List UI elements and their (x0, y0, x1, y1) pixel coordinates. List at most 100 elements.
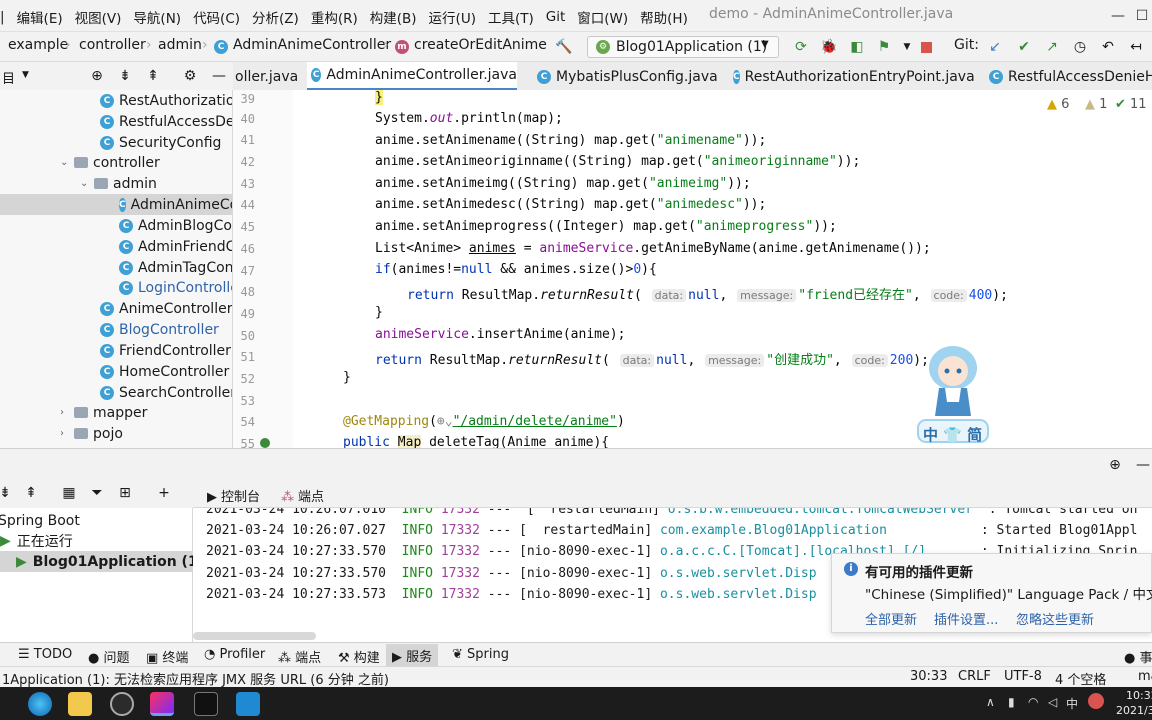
tab-endpoints[interactable]: ⁂ 端点 (281, 486, 324, 505)
expand-all-icon[interactable]: ⇟ (0, 484, 14, 502)
vscode-icon[interactable] (236, 692, 260, 716)
menu-refactor[interactable]: 重构(R) (305, 7, 364, 27)
tab-controller-java[interactable]: oller.java (233, 62, 303, 90)
profile-icon[interactable]: ⚑ (875, 38, 893, 56)
caret-position[interactable]: 30:33 (910, 669, 947, 684)
menu-help[interactable]: 帮助(H) (634, 7, 694, 27)
add-icon[interactable]: + (155, 484, 173, 502)
clock-time[interactable]: 10:32 (1126, 689, 1152, 702)
menu-edit[interactable]: 编辑(E) (11, 7, 69, 27)
ignore-updates-link[interactable]: 忽略这些更新 (1016, 609, 1094, 628)
group-icon[interactable]: ▦ (60, 484, 78, 502)
tab-admin-anime-controller[interactable]: C AdminAnimeController.java (307, 62, 517, 90)
indent-setting[interactable]: 4 个空格 (1055, 669, 1106, 688)
tree-item[interactable]: C AdminTagCont (119, 257, 232, 278)
tree-item[interactable]: C AnimeController (100, 298, 232, 319)
tree-folder[interactable]: › mapper (60, 402, 147, 423)
menu-window[interactable]: 窗口(W) (571, 7, 634, 27)
terminal-icon[interactable] (194, 692, 218, 716)
event-log-button[interactable]: ● 事件 (1124, 647, 1152, 666)
tree-item[interactable]: C FriendController (100, 340, 231, 361)
coverage-icon[interactable]: ◧ (848, 38, 866, 56)
volume-icon[interactable]: ◁ (1048, 695, 1057, 709)
tab-console[interactable]: ▶ 控制台 (207, 486, 260, 505)
tree-folder[interactable]: › pojo (60, 423, 123, 444)
run-config-selector[interactable]: ⚙ Blog01Application (1) ▼ (587, 36, 779, 58)
expand-all-icon[interactable]: ⇟ (116, 67, 134, 85)
new-tab-icon[interactable]: ⊞ (116, 484, 134, 502)
clock-date[interactable]: 2021/3/ (1116, 704, 1152, 717)
tree-item[interactable]: C LoginControlle (119, 277, 232, 298)
plugin-settings-link[interactable]: 插件设置... (934, 609, 998, 628)
app-icon[interactable] (110, 692, 134, 716)
update-all-link[interactable]: 全部更新 (865, 609, 917, 628)
collapse-all-icon[interactable]: ⇞ (22, 484, 40, 502)
rerun-icon[interactable]: ⟳ (792, 38, 810, 56)
tree-folder[interactable]: ⌄ admin (80, 173, 157, 194)
profiler-button[interactable]: ◔ Profiler (204, 647, 265, 662)
services-app-item[interactable]: ▶ Blog01Application (1) (0, 551, 204, 572)
menu-git[interactable]: Git (540, 9, 572, 25)
chevron-down-icon[interactable]: ▼ (898, 38, 916, 56)
filter-icon[interactable]: ⏷ (88, 484, 106, 502)
run-gutter-icon[interactable] (260, 438, 270, 448)
menu-analyze[interactable]: 分析(Z) (246, 7, 305, 27)
undo-icon[interactable]: ↤ (1127, 38, 1145, 56)
rollback-icon[interactable]: ↶ (1099, 38, 1117, 56)
menu-navigate[interactable]: 导航(N) (127, 7, 187, 27)
menu-view[interactable]: 视图(V) (69, 7, 128, 27)
code-editor[interactable]: 39 40 41 42 43 44 45 46 47 48 49 50 51 5… (233, 90, 1152, 448)
menu-file-partial[interactable]: | (0, 9, 11, 25)
menu-run[interactable]: 运行(U) (423, 7, 482, 27)
stop-icon[interactable] (917, 38, 935, 56)
menu-code[interactable]: 代码(C) (187, 7, 246, 27)
line-separator[interactable]: CRLF (958, 669, 991, 684)
services-root[interactable]: Spring Boot (0, 510, 80, 531)
ime-indicator[interactable]: 中 (1066, 695, 1078, 712)
tree-item[interactable]: C SecurityConfig (100, 132, 221, 153)
tree-folder[interactable]: ⌄ controller (60, 152, 160, 173)
tree-item[interactable]: C BlogController (100, 319, 219, 340)
breadcrumb-controller[interactable]: controller (79, 37, 146, 53)
mascot-badge[interactable]: 中 👕 简 (923, 424, 982, 445)
tree-item-selected[interactable]: C AdminAnimeCo (0, 194, 232, 215)
history-icon[interactable]: ◷ (1071, 38, 1089, 56)
file-encoding[interactable]: UTF-8 (1004, 669, 1042, 684)
warning-icon[interactable]: ▲ 6 (1047, 97, 1069, 112)
check-icon[interactable]: ✔ 11 (1115, 97, 1147, 112)
terminal-button[interactable]: ▣ 终端 (146, 647, 188, 666)
edge-icon[interactable] (28, 692, 52, 716)
git-branch[interactable]: ma (1138, 669, 1152, 684)
hide-icon[interactable]: — (210, 67, 228, 85)
maximize-button[interactable]: ☐ (1132, 0, 1152, 31)
git-push-icon[interactable]: ↗ (1043, 38, 1061, 56)
build-button[interactable]: ⚒ 构建 (338, 647, 380, 666)
breadcrumb-method[interactable]: m createOrEditAnime (395, 37, 547, 54)
tab-mybatis-plus-config[interactable]: C MybatisPlusConfig.java (533, 62, 718, 90)
tree-item[interactable]: C HomeController (100, 361, 229, 382)
gear-icon[interactable]: ⊕ (1106, 456, 1124, 474)
chevron-down-icon[interactable]: ▼ (22, 70, 29, 80)
menu-tools[interactable]: 工具(T) (482, 7, 540, 27)
network-icon[interactable]: ◠ (1028, 695, 1038, 709)
tree-item[interactable]: C SearchController (100, 382, 232, 403)
breadcrumb-example[interactable]: example (8, 37, 68, 53)
file-explorer-icon[interactable] (68, 692, 92, 716)
locate-icon[interactable]: ⊕ (88, 67, 106, 85)
spring-button[interactable]: ❦ Spring (452, 647, 509, 662)
services-button[interactable]: ▶ 服务 (386, 644, 439, 667)
weak-warning-icon[interactable]: ▲ 1 (1085, 97, 1107, 112)
endpoints-button[interactable]: ⁂ 端点 (278, 647, 321, 666)
tree-item[interactable]: CRestfulAccessDeni (100, 111, 232, 132)
project-label[interactable]: 目 (2, 68, 15, 87)
hide-icon[interactable]: — (1134, 456, 1152, 474)
hammer-icon[interactable]: 🔨 (555, 38, 573, 56)
debug-icon[interactable]: 🐞 (820, 38, 838, 56)
tray-chevron-icon[interactable]: ∧ (986, 695, 995, 709)
todo-button[interactable]: ☰ TODO (18, 647, 72, 662)
tree-item[interactable]: C RestAuthorization (100, 90, 232, 111)
collapse-all-icon[interactable]: ⇞ (144, 67, 162, 85)
git-commit-icon[interactable]: ✔ (1015, 38, 1033, 56)
problems-button[interactable]: ● 问题 (88, 647, 130, 666)
intellij-icon[interactable] (150, 692, 174, 716)
